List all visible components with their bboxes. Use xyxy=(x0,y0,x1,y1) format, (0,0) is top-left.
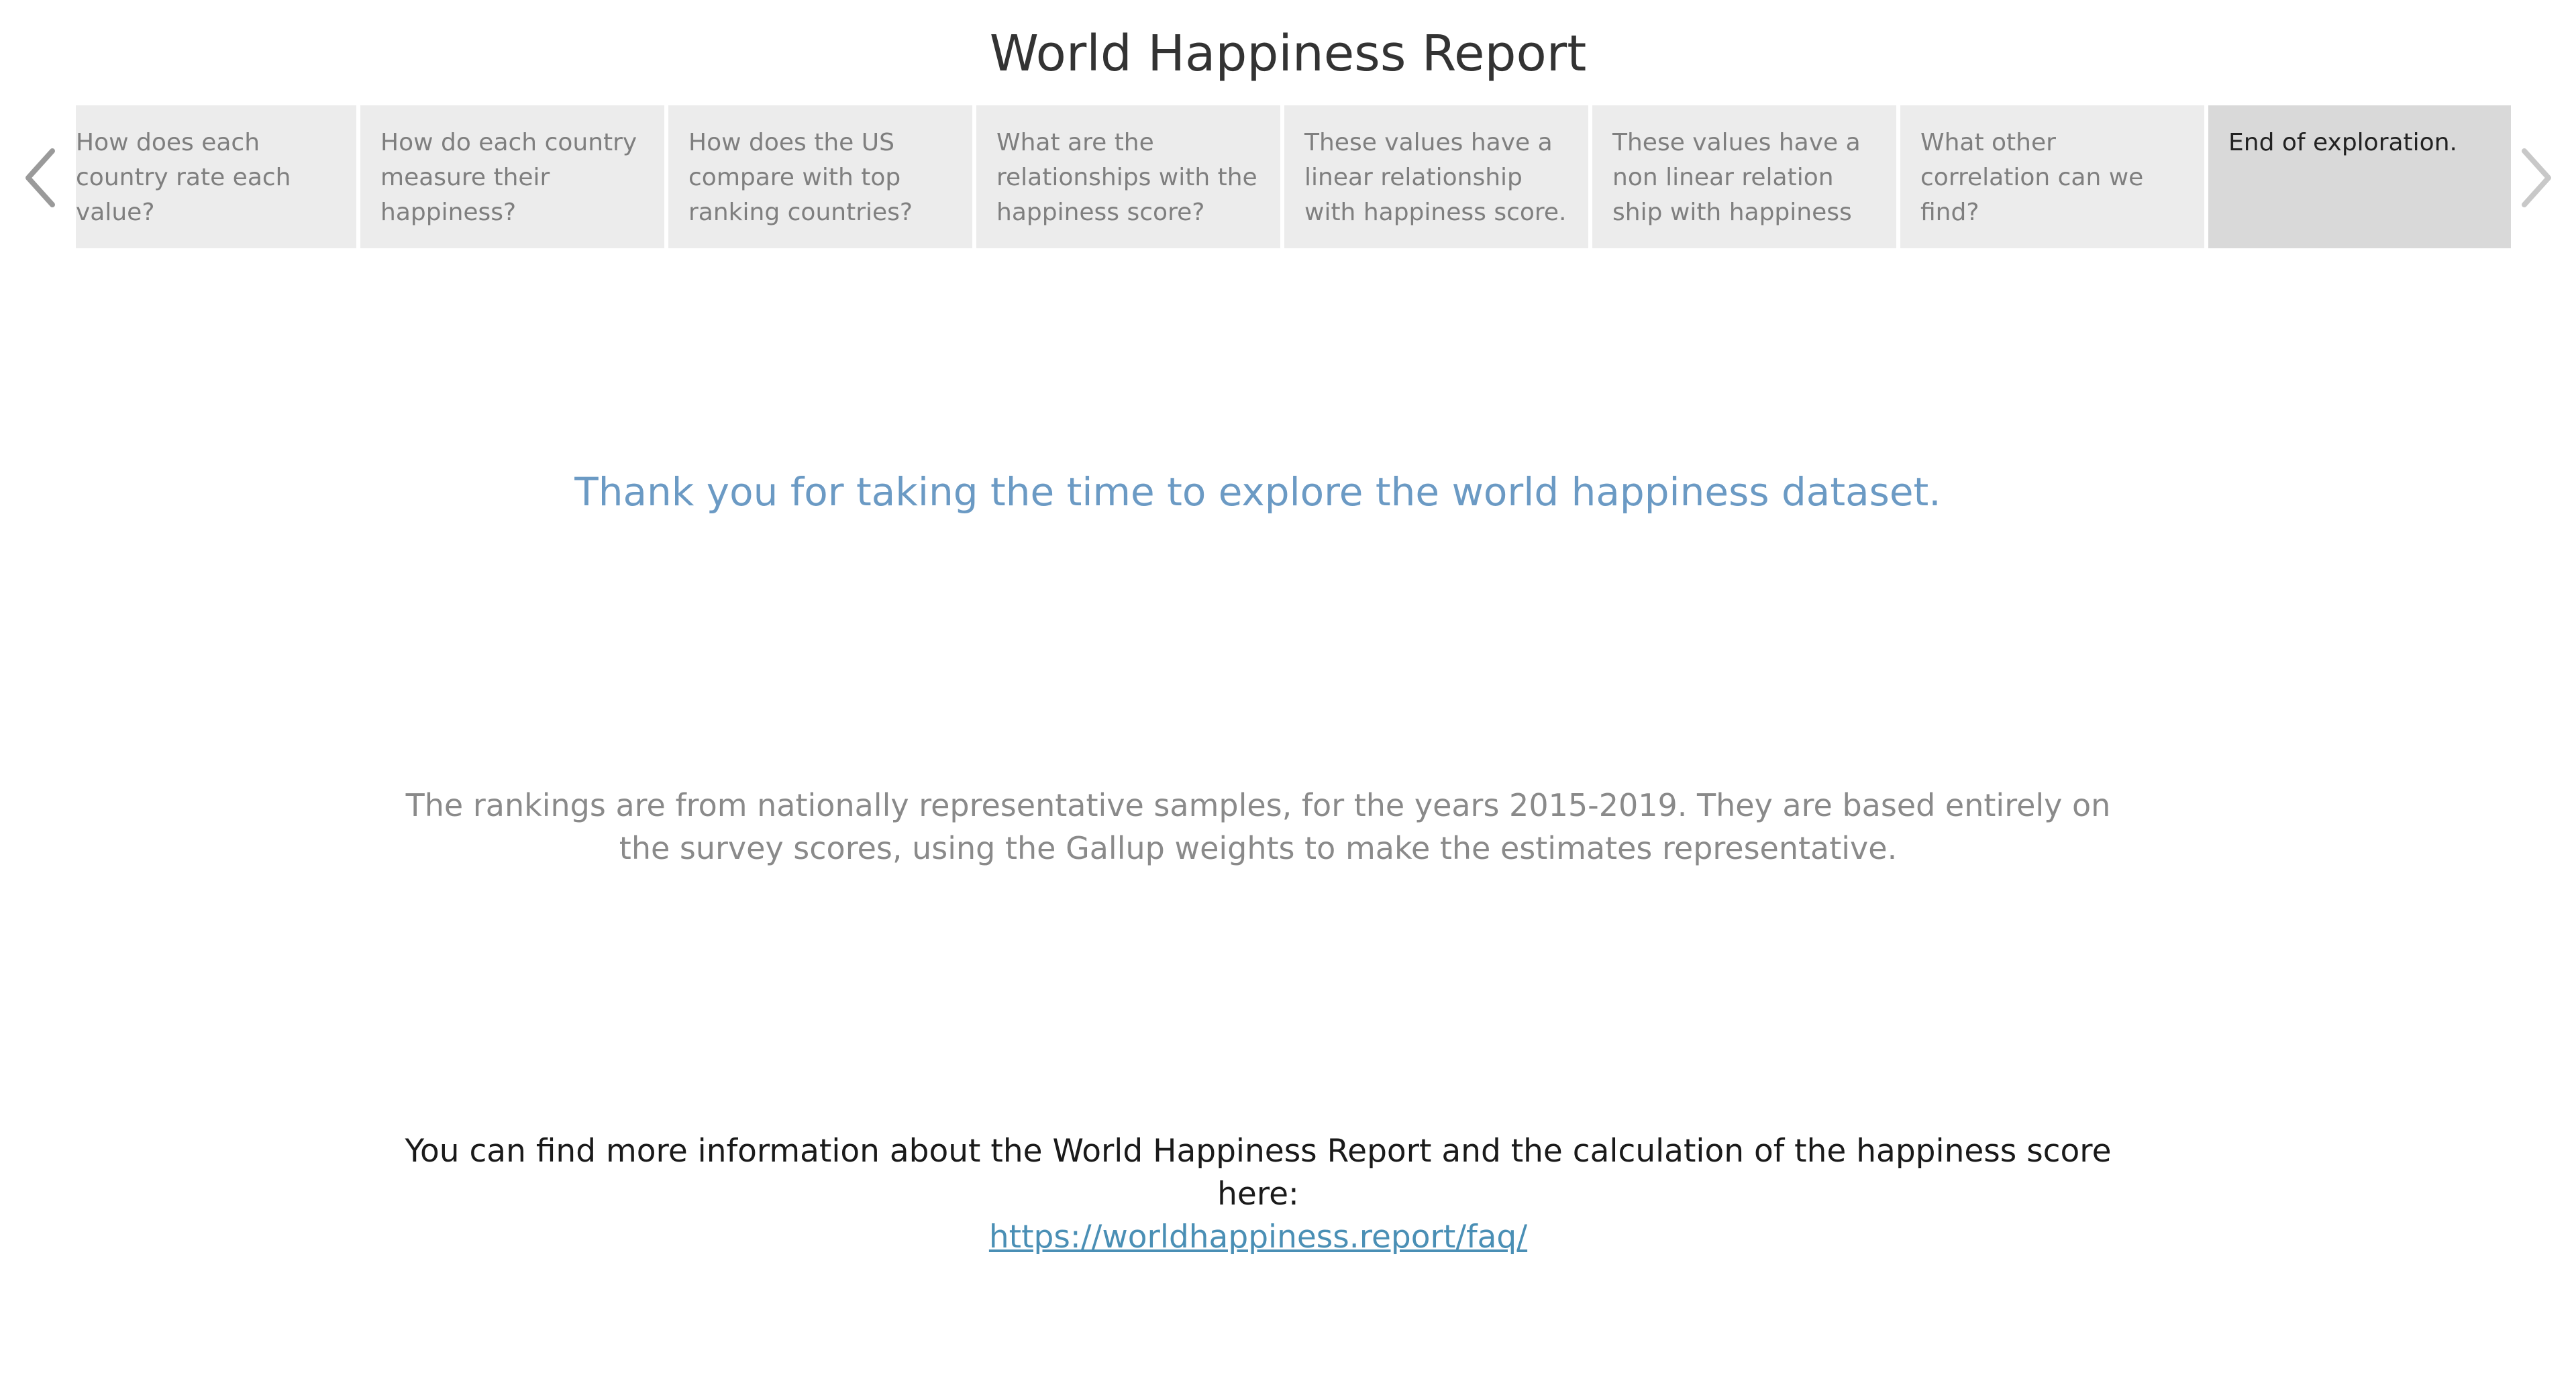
story-title: World Happiness Report xyxy=(989,25,1587,83)
story-page: World Happiness Report How does each cou… xyxy=(0,0,2576,1381)
story-point-label: How do each country measure their happin… xyxy=(380,129,637,226)
chevron-right-icon xyxy=(2522,148,2551,207)
story-point-6[interactable]: These values have a non linear relation … xyxy=(1592,105,1896,248)
rankings-note: The rankings are from nationally represe… xyxy=(405,787,2111,866)
story-point-label: What other correlation can we find? xyxy=(1920,129,2144,226)
more-info-text: You can find more information about the … xyxy=(405,1133,2112,1213)
story-point-5[interactable]: These values have a linear relationship … xyxy=(1284,105,1588,248)
story-point-label: These values have a non linear relation … xyxy=(1612,129,1861,226)
story-point-label: What are the relationships with the happ… xyxy=(996,129,1257,226)
next-story-point-button[interactable] xyxy=(2506,107,2567,248)
story-point-1[interactable]: How does each country rate each value? xyxy=(76,105,356,248)
story-point-2[interactable]: How do each country measure their happin… xyxy=(360,105,664,248)
story-point-7[interactable]: What other correlation can we find? xyxy=(1900,105,2204,248)
faq-link[interactable]: https://worldhappiness.report/faq/ xyxy=(989,1216,1527,1259)
thank-you-heading: Thank you for taking the time to explore… xyxy=(574,469,1941,515)
story-point-navigator: How does each country rate each value? H… xyxy=(76,105,2511,248)
chevron-left-icon xyxy=(25,148,55,207)
story-point-label: How does each country rate each value? xyxy=(76,129,291,226)
story-point-label: End of exploration. xyxy=(2228,129,2457,156)
story-point-8-active[interactable]: End of exploration. xyxy=(2208,105,2511,248)
more-info-block: You can find more information about the … xyxy=(376,1130,2141,1259)
story-point-4[interactable]: What are the relationships with the happ… xyxy=(976,105,1280,248)
story-point-label: These values have a linear relationship … xyxy=(1304,129,1567,226)
story-point-3[interactable]: How does the US compare with top ranking… xyxy=(668,105,972,248)
previous-story-point-button[interactable] xyxy=(10,107,70,248)
story-point-label: How does the US compare with top ranking… xyxy=(688,129,913,226)
